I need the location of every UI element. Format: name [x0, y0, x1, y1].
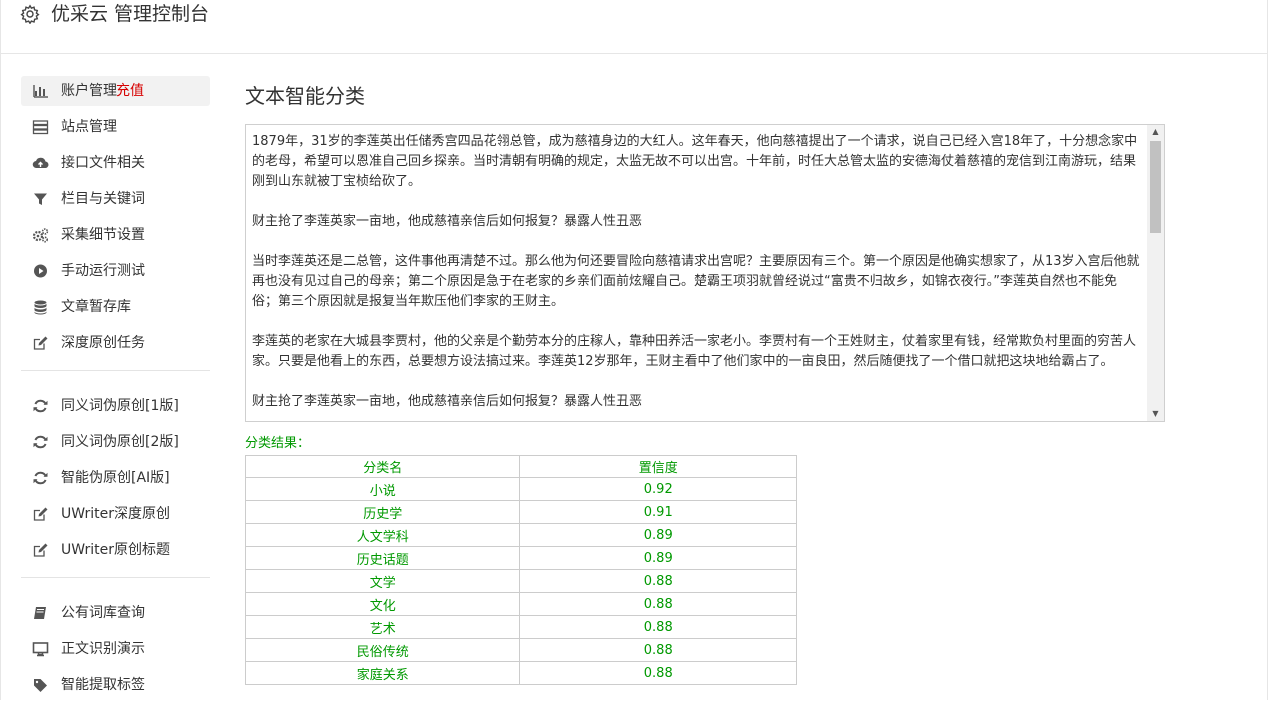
article-textarea[interactable]: 1879年，31岁的李莲英出任储秀宫四品花翎总管，成为慈禧身边的大红人。这年春天…	[245, 124, 1165, 422]
confidence-cell: 0.89	[519, 546, 797, 570]
sidebar-item-label: 同义词伪原创[2版]	[61, 434, 179, 450]
sidebar-item[interactable]: 深度原创任务	[21, 328, 210, 358]
database-icon	[34, 300, 47, 315]
gear-icon	[20, 4, 40, 24]
category-cell: 民俗传统	[244, 638, 521, 662]
scroll-down-arrow-icon[interactable]: ▼	[1147, 407, 1164, 421]
table-row: 文化 0.88	[244, 592, 797, 616]
sidebar-item-label: 栏目与关键词	[61, 191, 145, 207]
sidebar-item-label: 账户管理	[61, 83, 117, 99]
sidebar-item-label: 智能提取标签	[61, 677, 145, 693]
sidebar-item-label: 站点管理	[61, 119, 117, 135]
bar-chart-icon	[33, 85, 48, 98]
sidebar-item-label: 公有词库查询	[61, 605, 145, 621]
table-row: 历史学 0.91	[244, 500, 797, 524]
sidebar-item-label: 采集细节设置	[61, 227, 145, 243]
recharge-link[interactable]: 充值	[116, 76, 144, 106]
sidebar-item[interactable]: 公有词库查询	[21, 598, 210, 628]
sidebar-item[interactable]: 同义词伪原创[2版]	[21, 427, 210, 457]
table-row: 家庭关系 0.88	[244, 661, 797, 685]
scroll-up-arrow-icon[interactable]: ▲	[1147, 125, 1164, 139]
tag-icon	[34, 679, 47, 692]
confidence-cell: 0.88	[519, 615, 797, 639]
sidebar-item[interactable]: 同义词伪原创[1版]	[21, 391, 210, 421]
textarea-scrollbar[interactable]: ▲ ▼	[1147, 125, 1164, 421]
sidebar-nav: 账户管理 充值站点管理接口文件相关 栏目与关键词 采集细节设置 手动运行测试 文章暂存库深…	[21, 76, 210, 706]
table-header-row: 分类名 置信度	[244, 455, 797, 478]
book-icon	[34, 607, 46, 619]
sidebar-item[interactable]: 栏目与关键词	[21, 184, 210, 214]
classification-table: 分类名 置信度 小说 0.92 历史学 0.91 人文学科 0.89 历史话题 0.89 文学 0…	[244, 455, 797, 685]
confidence-cell: 0.88	[519, 638, 797, 662]
sidebar-item[interactable]: 智能伪原创[AI版]	[21, 463, 210, 493]
page-title: 文本智能分类	[245, 84, 365, 108]
sidebar-item-label: 智能伪原创[AI版]	[61, 470, 170, 486]
main-panel: 文本智能分类 1879年，31岁的李莲英出任储秀宫四品花翎总管，成为慈禧身边的大…	[244, 80, 1165, 685]
sidebar-divider	[21, 370, 210, 371]
sidebar-item-label: 同义词伪原创[1版]	[61, 398, 179, 414]
sidebar-item[interactable]: 手动运行测试	[21, 256, 210, 286]
category-cell: 人文学科	[244, 523, 521, 547]
result-label: 分类结果：	[245, 436, 311, 451]
sidebar-item-label: 接口文件相关	[61, 155, 145, 171]
sidebar-item[interactable]: 站点管理	[21, 112, 210, 142]
sidebar-item[interactable]: 正文识别演示	[21, 634, 210, 664]
confidence-cell: 0.92	[519, 477, 797, 501]
column-header-category: 分类名	[244, 455, 521, 478]
confidence-cell: 0.88	[519, 569, 797, 593]
sidebar-item[interactable]: 智能提取标签	[21, 670, 210, 700]
filter-icon	[34, 193, 47, 205]
play-circle-icon	[34, 264, 47, 278]
sidebar-item[interactable]: UWriter原创标题	[21, 535, 210, 565]
category-cell: 文学	[244, 569, 521, 593]
scroll-thumb[interactable]	[1150, 141, 1161, 233]
confidence-cell: 0.89	[519, 523, 797, 547]
sidebar-item[interactable]: 采集细节设置	[21, 220, 210, 250]
edit-icon	[33, 543, 48, 557]
sidebar-item[interactable]: UWriter深度原创	[21, 499, 210, 529]
category-cell: 家庭关系	[244, 661, 521, 685]
table-row: 艺术 0.88	[244, 615, 797, 639]
confidence-cell: 0.91	[519, 500, 797, 524]
confidence-cell: 0.88	[519, 661, 797, 685]
sidebar-item-label: UWriter深度原创	[61, 506, 170, 522]
sidebar-item-label: 正文识别演示	[61, 641, 145, 657]
category-cell: 历史学	[244, 500, 521, 524]
table-row: 民俗传统 0.88	[244, 638, 797, 662]
confidence-cell: 0.88	[519, 592, 797, 616]
article-text[interactable]: 1879年，31岁的李莲英出任储秀宫四品花翎总管，成为慈禧身边的大红人。这年春天…	[252, 132, 1142, 412]
table-row: 历史话题 0.89	[244, 546, 797, 570]
table-row: 人文学科 0.89	[244, 523, 797, 547]
table-row: 文学 0.88	[244, 569, 797, 593]
refresh-icon	[33, 471, 48, 485]
edit-icon	[33, 336, 48, 350]
sidebar-item-label: 手动运行测试	[61, 263, 145, 279]
cloud-upload-icon	[32, 157, 49, 169]
desktop-icon	[32, 642, 49, 657]
category-cell: 文化	[244, 592, 521, 616]
sidebar-item-label: 文章暂存库	[61, 299, 131, 315]
gears-icon	[32, 228, 49, 243]
app-title: 优采云 管理控制台	[51, 3, 210, 25]
sidebar-item[interactable]: 账户管理 充值	[21, 76, 210, 106]
column-header-confidence: 置信度	[519, 455, 797, 478]
server-icon	[32, 120, 49, 135]
sidebar-item-label: UWriter原创标题	[61, 542, 170, 558]
category-cell: 艺术	[244, 615, 521, 639]
category-cell: 小说	[244, 477, 521, 501]
refresh-icon	[33, 399, 48, 413]
edit-icon	[33, 507, 48, 521]
sidebar-divider	[21, 577, 210, 578]
sidebar-item[interactable]: 文章暂存库	[21, 292, 210, 322]
category-cell: 历史话题	[244, 546, 521, 570]
top-header: 优采云 管理控制台	[0, 0, 1268, 54]
table-row: 小说 0.92	[244, 477, 797, 501]
refresh-icon	[33, 435, 48, 449]
sidebar-item-label: 深度原创任务	[61, 335, 145, 351]
sidebar-item[interactable]: 接口文件相关	[21, 148, 210, 178]
